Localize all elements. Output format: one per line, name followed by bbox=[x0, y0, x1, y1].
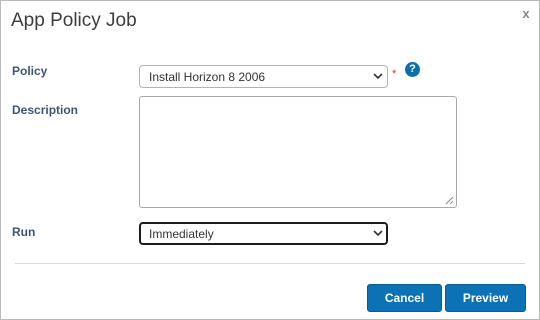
footer-divider bbox=[15, 263, 525, 264]
cancel-button[interactable]: Cancel bbox=[367, 284, 442, 312]
close-icon[interactable]: x bbox=[520, 7, 532, 21]
policy-label: Policy bbox=[12, 64, 48, 78]
chevron-down-icon bbox=[373, 230, 383, 237]
policy-select[interactable]: Install Horizon 8 2006 bbox=[139, 65, 388, 88]
dialog-title: App Policy Job bbox=[11, 10, 137, 31]
run-select-value: Immediately bbox=[149, 227, 214, 241]
policy-select-value: Install Horizon 8 2006 bbox=[149, 70, 266, 84]
resize-grip-icon[interactable] bbox=[445, 196, 454, 205]
required-marker: * bbox=[392, 68, 397, 80]
chevron-down-icon bbox=[373, 73, 383, 80]
run-label: Run bbox=[12, 225, 36, 239]
description-textarea[interactable] bbox=[139, 96, 457, 208]
app-policy-job-dialog: App Policy Job x Policy Install Horizon … bbox=[0, 0, 540, 320]
description-label: Description bbox=[12, 103, 79, 117]
preview-button[interactable]: Preview bbox=[445, 284, 526, 312]
help-icon[interactable]: ? bbox=[405, 62, 420, 77]
run-select[interactable]: Immediately bbox=[139, 222, 388, 245]
